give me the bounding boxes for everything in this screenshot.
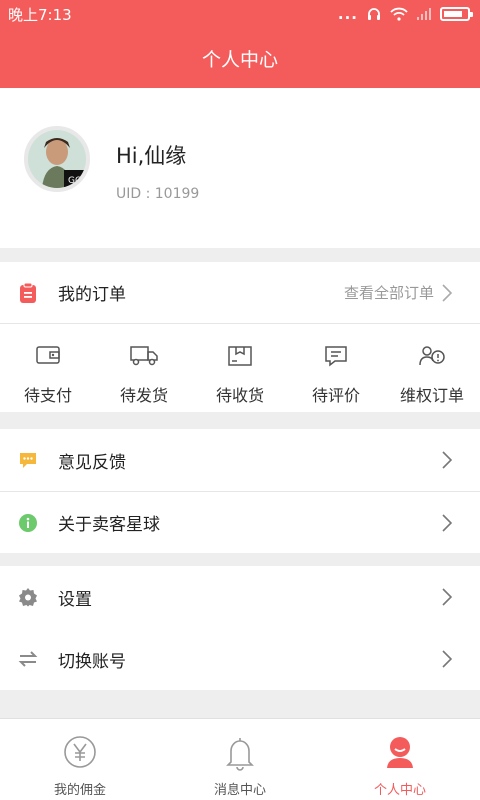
clipboard-icon [20, 282, 36, 303]
tab-profile[interactable]: 个人中心 [320, 719, 480, 800]
gear-icon [19, 588, 37, 607]
truck-icon [130, 346, 158, 366]
app-header: 个人中心 [0, 28, 480, 88]
support-icon [419, 346, 445, 366]
status-icons: ... [337, 5, 473, 23]
user-uid: UID : 10199 [116, 186, 200, 202]
order-status-row: 待支付 待发货 待收货 待评价 维权订单 [0, 324, 480, 412]
avatar[interactable]: GO [24, 126, 90, 192]
info-icon [19, 513, 37, 532]
headset-icon [368, 8, 380, 20]
menu-item-feedback[interactable]: 意见反馈 [0, 429, 480, 491]
tab-profile-label: 个人中心 [373, 783, 426, 798]
tab-commission[interactable]: 我的佣金 [0, 719, 160, 800]
chevron-right-icon [442, 650, 452, 668]
page-title: 个人中心 [201, 48, 278, 71]
order-after-sales[interactable]: 维权订单 [384, 324, 480, 412]
order-pending-review-label: 待评价 [311, 386, 360, 405]
chevron-right-icon [442, 588, 452, 606]
status-bar: 晚上7:13 ... [0, 0, 480, 28]
package-icon [228, 346, 252, 366]
order-pending-receipt[interactable]: 待收货 [192, 324, 288, 412]
chevron-right-icon [442, 283, 452, 302]
tab-commission-label: 我的佣金 [53, 783, 106, 798]
user-greeting: Hi,仙缘 [116, 144, 187, 168]
order-after-sales-label: 维权订单 [399, 386, 464, 405]
more-dots: ... [337, 5, 358, 23]
feedback-icon [20, 453, 36, 468]
chevron-right-icon [442, 513, 452, 532]
order-pending-receipt-label: 待收货 [215, 386, 264, 405]
profile-card[interactable]: GO Hi,仙缘 UID : 10199 [0, 88, 480, 248]
comment-icon [325, 346, 347, 367]
menu-item-switch-account[interactable]: 切换账号 [0, 628, 480, 690]
status-time: 晚上7:13 [8, 5, 72, 24]
yen-icon [64, 736, 96, 768]
chevron-right-icon [442, 451, 452, 469]
swap-icon [18, 651, 38, 667]
my-orders-label: 我的订单 [58, 285, 126, 305]
menu-item-settings[interactable]: 设置 [0, 566, 480, 628]
menu-item-settings-label: 设置 [58, 589, 92, 610]
menu-group-about: 意见反馈 关于卖客星球 [0, 429, 480, 553]
menu-item-switch-account-label: 切换账号 [58, 651, 126, 672]
tab-messages[interactable]: 消息中心 [160, 719, 320, 800]
order-pending-review[interactable]: 待评价 [288, 324, 384, 412]
order-pending-payment[interactable]: 待支付 [0, 324, 96, 412]
menu-group-settings: 设置 切换账号 [0, 566, 480, 690]
my-orders-row[interactable]: 我的订单 查看全部订单 [0, 262, 480, 324]
avatar-badge: GO [68, 176, 82, 186]
tab-messages-label: 消息中心 [213, 783, 266, 798]
order-pending-shipment-label: 待发货 [119, 386, 168, 405]
order-pending-shipment[interactable]: 待发货 [96, 324, 192, 412]
menu-item-about[interactable]: 关于卖客星球 [0, 491, 480, 553]
view-all-orders-link[interactable]: 查看全部订单 [344, 282, 434, 303]
avatar-image: GO [28, 130, 86, 188]
battery-icon [440, 7, 473, 21]
menu-item-about-label: 关于卖客星球 [58, 515, 160, 535]
order-pending-payment-label: 待支付 [23, 386, 72, 405]
menu-item-feedback-label: 意见反馈 [58, 452, 126, 473]
wifi-icon [390, 7, 408, 21]
wallet-icon [36, 346, 60, 364]
person-icon [387, 737, 413, 768]
bell-icon [226, 738, 254, 771]
signal-icon [417, 8, 431, 20]
bottom-tab-bar: 我的佣金 消息中心 个人中心 [0, 718, 480, 800]
